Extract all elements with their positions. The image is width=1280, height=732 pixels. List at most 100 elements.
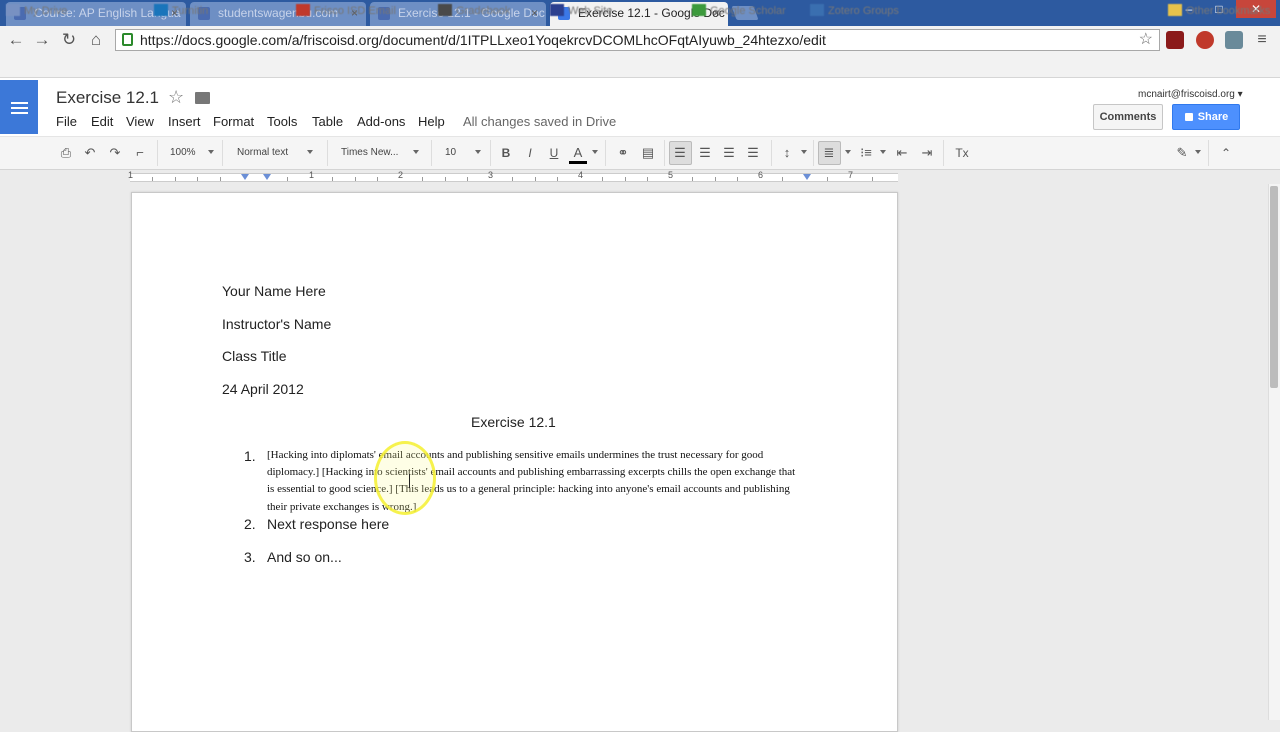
toolbar-divider (664, 140, 665, 166)
style-select[interactable]: Normal text (237, 145, 299, 161)
ruler-tick (715, 177, 716, 181)
redo-icon[interactable]: ↷ (106, 144, 124, 162)
menu-table[interactable]: Table (312, 114, 343, 129)
document-heading[interactable]: Exercise 12.1 (471, 414, 556, 430)
right-indent-marker-icon[interactable] (803, 174, 811, 180)
print-icon[interactable]: ⎙ (57, 144, 75, 162)
extension-icon[interactable] (1166, 31, 1184, 49)
extension-icon[interactable] (1196, 31, 1214, 49)
justify-icon[interactable]: ☰ (744, 144, 762, 162)
menu-view[interactable]: View (126, 114, 154, 129)
comment-icon[interactable]: ▤ (639, 144, 657, 162)
menu-file[interactable]: File (56, 114, 77, 129)
menu-addons[interactable]: Add-ons (357, 114, 405, 129)
bookmark-item[interactable]: Frisco ISD Email (296, 3, 396, 19)
ruler-tick (175, 177, 176, 181)
line-spacing-icon[interactable]: ↕ (778, 144, 796, 162)
numbered-list-icon[interactable]: ≣ (820, 144, 838, 162)
toolbar-divider (813, 140, 814, 166)
lock-icon (1185, 113, 1193, 121)
undo-icon[interactable]: ↶ (81, 144, 99, 162)
list-item-3-text[interactable]: And so on... (267, 549, 342, 565)
tab-close-icon[interactable]: × (531, 2, 538, 24)
italic-button[interactable]: I (522, 144, 538, 162)
clear-formatting-button[interactable]: Tx (952, 144, 972, 162)
account-email[interactable]: mcnairt@friscoisd.org ▾ (1138, 89, 1243, 100)
ruler-number: 1 (309, 170, 315, 180)
zoom-select[interactable]: 100% (170, 145, 204, 161)
class-title-line[interactable]: Class Title (222, 348, 287, 364)
reload-icon[interactable]: ↻ (59, 30, 79, 50)
docs-logo-icon[interactable] (0, 80, 38, 134)
menu-edit[interactable]: Edit (91, 114, 113, 129)
scrollbar-thumb[interactable] (1270, 186, 1278, 388)
menu-tools[interactable]: Tools (267, 114, 297, 129)
folder-icon[interactable] (195, 92, 210, 104)
instructor-name-line[interactable]: Instructor's Name (222, 316, 331, 332)
ruler-tick (647, 177, 648, 181)
ruler-number: 3 (488, 170, 494, 180)
increase-indent-icon[interactable]: ⇥ (918, 144, 936, 162)
chevron-down-icon (413, 150, 419, 154)
bookmark-item[interactable]: Turnitin (154, 3, 208, 19)
underline-button[interactable]: U (546, 144, 562, 162)
bookmark-item[interactable]: Other bookmarks (1168, 3, 1270, 19)
ruler-tick (557, 177, 558, 181)
bookmark-item[interactable]: Zotero Groups (810, 3, 899, 19)
align-center-icon[interactable]: ☰ (696, 144, 714, 162)
cursor-highlight (374, 441, 436, 515)
paint-format-icon[interactable]: ⌐ (131, 144, 149, 162)
text-color-button[interactable]: A (569, 144, 587, 164)
menu-format[interactable]: Format (213, 114, 254, 129)
bookmark-item[interactable]: Google Scholar (692, 3, 786, 19)
font-select[interactable]: Times New... (341, 145, 409, 161)
align-left-icon[interactable]: ☰ (671, 144, 689, 162)
chevron-down-icon (475, 150, 481, 154)
student-name-line[interactable]: Your Name Here (222, 283, 326, 299)
comments-button[interactable]: Comments (1093, 104, 1163, 130)
toolbar-divider (490, 140, 491, 166)
bookmark-star-icon[interactable]: ☆ (1139, 30, 1153, 50)
menu-icon[interactable]: ≡ (1253, 31, 1271, 49)
date-line[interactable]: 24 April 2012 (222, 381, 304, 397)
star-icon[interactable]: ☆ (168, 87, 184, 108)
ruler-number: 1 (128, 170, 134, 180)
bookmark-item[interactable]: Gradebook (438, 3, 510, 19)
forward-icon[interactable]: → (32, 30, 52, 50)
list-item-1-text[interactable]: [Hacking into diplomats' email accounts … (267, 447, 802, 516)
text-cursor-icon (409, 474, 410, 488)
bookmark-item[interactable]: Web Site (550, 3, 612, 19)
align-right-icon[interactable]: ☰ (720, 144, 738, 162)
collapse-icon[interactable]: ⌃ (1217, 144, 1235, 162)
toolbar-divider (605, 140, 606, 166)
bookmark-item[interactable]: My Drive (6, 3, 67, 19)
back-icon[interactable]: ← (6, 30, 26, 50)
indent-marker-icon[interactable] (241, 174, 249, 180)
chevron-down-icon (592, 150, 598, 154)
ruler-tick (377, 177, 378, 181)
document-title[interactable]: Exercise 12.1 (56, 88, 159, 108)
ruler-tick (625, 177, 626, 181)
home-icon[interactable]: ⌂ (86, 30, 106, 50)
font-size-select[interactable]: 10 (445, 145, 461, 161)
ruler-tick (737, 177, 738, 181)
toolbar-divider (1208, 140, 1209, 166)
extension-icon[interactable] (1225, 31, 1243, 49)
menu-help[interactable]: Help (418, 114, 445, 129)
address-bar[interactable]: https://docs.google.com/a/friscoisd.org/… (115, 29, 1160, 51)
chevron-down-icon (880, 150, 886, 154)
list-number: 3. (244, 549, 256, 565)
share-button[interactable]: Share (1172, 104, 1240, 130)
menu-insert[interactable]: Insert (168, 114, 201, 129)
pencil-icon[interactable]: ✎ (1173, 144, 1191, 162)
list-item-2-text[interactable]: Next response here (267, 516, 389, 532)
indent-marker-icon[interactable] (263, 174, 271, 180)
ruler-tick (332, 177, 333, 181)
ruler-tick (602, 177, 603, 181)
chevron-down-icon (208, 150, 214, 154)
bulleted-list-icon[interactable]: ⁝≡ (857, 144, 875, 162)
ruler-tick (220, 177, 221, 181)
bold-button[interactable]: B (498, 144, 514, 162)
decrease-indent-icon[interactable]: ⇤ (893, 144, 911, 162)
link-icon[interactable]: ⚭ (613, 144, 633, 162)
